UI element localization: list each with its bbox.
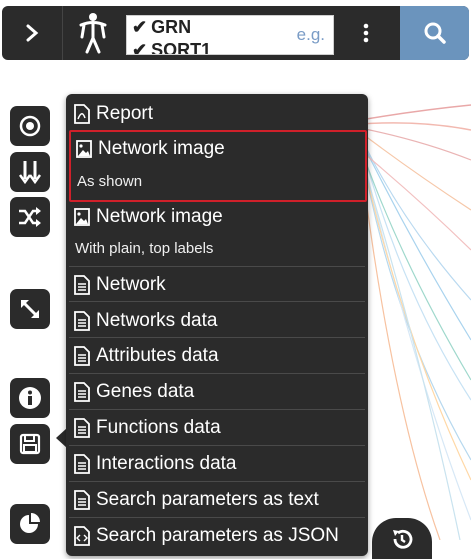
history-button[interactable] (372, 518, 432, 559)
save-menu: Report Network image As shown Network im… (66, 94, 368, 556)
human-figure-icon (79, 13, 107, 54)
pie-chart-icon (20, 513, 40, 533)
shuffle-layout-button[interactable] (10, 197, 50, 237)
document-icon (74, 311, 90, 331)
chart-button[interactable] (10, 504, 50, 544)
resize-diagonal-icon (21, 300, 39, 318)
document-icon (74, 346, 90, 366)
organism-button[interactable] (63, 6, 123, 60)
document-icon (74, 490, 90, 510)
menu-item-sublabel: With plain, top labels (75, 240, 214, 257)
fit-network-button[interactable] (10, 289, 50, 329)
check-icon: ✔ (132, 17, 148, 37)
document-icon (74, 382, 90, 402)
center-network-button[interactable] (10, 106, 50, 146)
info-button[interactable] (10, 378, 50, 418)
target-icon (19, 115, 41, 137)
search-icon (424, 22, 446, 44)
check-icon: ✔ (132, 40, 148, 55)
menu-item-attributes-data[interactable]: Attributes data (69, 337, 365, 373)
document-icon (74, 275, 90, 295)
menu-item-network-image-as-shown[interactable]: Network image As shown (69, 130, 367, 202)
example-hint[interactable]: e.g. (297, 25, 325, 45)
double-arrow-down-icon (18, 161, 42, 185)
image-icon (76, 140, 92, 158)
floppy-disk-icon (19, 433, 41, 455)
menu-item-sublabel: As shown (77, 173, 143, 190)
pdf-icon (74, 104, 90, 124)
vertical-dots-icon (363, 23, 369, 43)
image-icon (74, 208, 90, 226)
menu-item-network-image-plain[interactable]: Network image With plain, top labels (69, 200, 365, 266)
document-icon (74, 454, 90, 474)
chevron-right-icon (26, 24, 39, 42)
save-button[interactable] (10, 424, 50, 464)
info-icon (19, 387, 41, 409)
network-edges (360, 104, 471, 540)
sort-button[interactable] (10, 152, 50, 192)
document-icon (74, 418, 90, 438)
menu-item-search-params-json[interactable]: Search parameters as JSON (69, 517, 365, 554)
menu-item-networks-data[interactable]: Networks data (69, 301, 365, 337)
menu-item-network[interactable]: Network (69, 266, 365, 301)
query-line-1: ✔ GRN (132, 17, 192, 37)
code-document-icon (74, 526, 90, 546)
expand-sidebar-button[interactable] (2, 6, 62, 60)
search-bar: ✔ GRN ✔ SORT1 e.g. (2, 6, 469, 60)
menu-item-search-params-text[interactable]: Search parameters as text (69, 481, 365, 517)
menu-item-interactions-data[interactable]: Interactions data (69, 445, 365, 481)
more-options-button[interactable] (344, 6, 388, 60)
shuffle-icon (19, 207, 41, 227)
history-icon (393, 529, 413, 549)
menu-item-functions-data[interactable]: Functions data (69, 409, 365, 445)
menu-item-genes-data[interactable]: Genes data (69, 373, 365, 409)
gene-query-input[interactable]: ✔ GRN ✔ SORT1 e.g. (126, 15, 334, 55)
query-line-2: ✔ SORT1 (132, 40, 211, 55)
search-button[interactable] (400, 6, 469, 60)
menu-item-report[interactable]: Report (69, 96, 365, 129)
